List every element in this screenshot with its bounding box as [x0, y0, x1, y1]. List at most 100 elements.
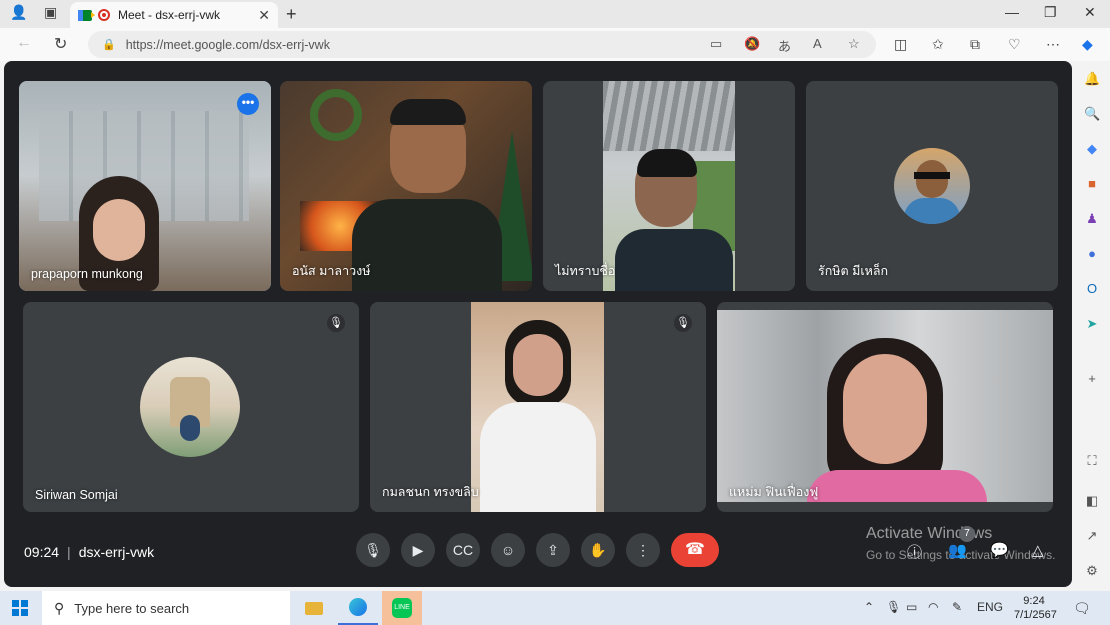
more-options-button[interactable]: ⋮ [626, 533, 660, 567]
participant-tile[interactable]: แหม่ม ฟินเฟื่องฟู [717, 302, 1053, 512]
back-icon[interactable]: ← [16, 34, 32, 52]
leave-call-button[interactable]: ☎ [671, 533, 719, 567]
roof-background [603, 81, 735, 151]
pen-icon[interactable]: ✎ [952, 600, 962, 614]
games-icon[interactable]: ♟ [1084, 211, 1100, 227]
person-hair [390, 99, 466, 125]
tray-chevron-icon[interactable]: ⌃ [864, 600, 874, 614]
language-indicator[interactable]: ENG [977, 600, 1003, 614]
meet-stage: ••• prapaporn munkong อนัส มาลาวงษ์ ไม่ท… [4, 61, 1072, 587]
person-shirt [352, 199, 502, 291]
bell-icon[interactable]: 🔔 [1084, 71, 1100, 87]
microphone-button[interactable]: 🎙 [356, 533, 390, 567]
meeting-time: 09:24 [24, 544, 60, 560]
tray-microphone-icon[interactable]: 🎙 [886, 600, 901, 614]
participant-tile[interactable]: ไม่ทราบชื่อ [543, 81, 795, 291]
edge-browser-icon[interactable] [338, 591, 378, 625]
sidebar-toggle-icon[interactable]: ◧ [1084, 493, 1100, 509]
windows-start-icon[interactable] [12, 600, 28, 616]
people-icon[interactable]: 👥 [948, 541, 967, 559]
settings-gear-icon[interactable]: ⚙ [1084, 563, 1100, 579]
line-app-icon[interactable]: LINE [382, 591, 422, 625]
lock-icon[interactable]: 🔒 [102, 38, 116, 51]
tab-actions-icon[interactable]: ▣ [44, 4, 57, 21]
person-shirt [807, 470, 987, 502]
emoji-reactions-button[interactable]: ☺ [491, 533, 525, 567]
office-icon[interactable]: ● [1084, 246, 1100, 262]
wifi-icon[interactable]: ◠ [928, 600, 938, 614]
activities-icon[interactable]: △ [1032, 541, 1044, 559]
christmas-wreath [310, 89, 362, 141]
camera-button[interactable]: ▶ [401, 533, 435, 567]
avatar [140, 357, 240, 457]
read-aloud-icon[interactable]: A [813, 36, 822, 51]
meeting-code: dsx-errj-vwk [78, 544, 155, 560]
participant-name: prapaporn munkong [31, 267, 143, 281]
outlook-icon[interactable]: O [1084, 281, 1100, 297]
screenshot-icon[interactable]: ⛶ [1084, 453, 1100, 469]
captions-button[interactable]: CC [446, 533, 480, 567]
collections-icon[interactable]: ⧉ [970, 36, 980, 53]
tile-more-options-button[interactable]: ••• [237, 93, 259, 115]
more-menu-icon[interactable]: ⋯ [1046, 36, 1060, 53]
battery-icon[interactable]: ▭ [906, 600, 917, 614]
participant-tile[interactable]: 🎙 กมลชนก ทรงขลิบ [370, 302, 706, 512]
restore-icon[interactable]: ❐ [1044, 4, 1057, 21]
divider: | [67, 544, 71, 560]
search-icon: ⚲ [54, 599, 65, 616]
taskbar-clock[interactable]: 9:24 7/1/2567 [1014, 594, 1057, 622]
meeting-details-icon[interactable]: ⓘ [907, 541, 922, 562]
edge-sidebar: 🔔 🔍 ◆ ■ ♟ ● O ➤ + ⛶ ◧ ↗ ⚙ [1074, 61, 1110, 591]
shopping-tag-icon[interactable]: ◆ [1084, 141, 1100, 157]
tools-icon[interactable]: ■ [1084, 176, 1100, 192]
meet-logo-icon [78, 9, 95, 21]
new-tab-button[interactable]: + [286, 4, 297, 25]
clock-time: 9:24 [1023, 595, 1045, 607]
person-hair [637, 149, 697, 177]
avatar [894, 148, 970, 224]
copilot-icon[interactable]: ◆ [1082, 36, 1093, 53]
search-placeholder: Type here to search [74, 600, 190, 616]
minimize-icon[interactable]: — [1005, 4, 1019, 20]
participant-tile[interactable]: รักษิต มีเหล็ก [806, 81, 1058, 291]
person-face [93, 199, 145, 261]
meeting-clock: 09:24 | dsx-errj-vwk [24, 544, 154, 560]
participant-tile[interactable]: 🎙 Siriwan Somjai [23, 302, 359, 512]
window-close-icon[interactable]: ✕ [1084, 4, 1096, 21]
mic-off-icon: 🎙 [327, 314, 345, 332]
participant-tile[interactable]: อนัส มาลาวงษ์ [280, 81, 532, 291]
participant-name: ไม่ทราบชื่อ [555, 264, 616, 278]
people-count-badge: 7 [959, 526, 975, 542]
present-screen-button[interactable]: ⇪ [536, 533, 570, 567]
browser-tabbar: 👤 ▣ Meet - dsx-errj-vwk ✕ + — ❐ ✕ [0, 0, 1110, 28]
translate-icon[interactable]: あ [778, 36, 791, 55]
split-screen-icon[interactable]: ◫ [894, 36, 907, 53]
participant-tile[interactable]: ••• prapaporn munkong [19, 81, 271, 291]
participant-name: อนัส มาลาวงษ์ [292, 264, 371, 278]
browser-essentials-icon[interactable]: ♡ [1008, 36, 1021, 53]
notifications-icon[interactable]: 🗨 [1073, 600, 1091, 617]
telegram-icon[interactable]: ➤ [1084, 316, 1100, 332]
url-text: https://meet.google.com/dsx-errj-vwk [125, 37, 330, 52]
profile-icon[interactable]: 👤 [10, 4, 27, 21]
windows-taskbar: ⚲ Type here to search LINE ⌃ 🎙 ▭ ◠ ✎ ENG… [0, 591, 1110, 625]
person-shirt [615, 229, 733, 291]
participant-name: กมลชนก ทรงขลิบ [382, 485, 479, 499]
search-icon[interactable]: 🔍 [1084, 106, 1100, 122]
tab-meet[interactable]: Meet - dsx-errj-vwk ✕ [70, 2, 278, 28]
open-external-icon[interactable]: ↗ [1084, 528, 1100, 544]
favorite-star-icon[interactable]: ☆ [848, 36, 860, 52]
tab-close-icon[interactable]: ✕ [258, 7, 270, 24]
participant-name: แหม่ม ฟินเฟื่องฟู [729, 485, 819, 499]
add-sidebar-icon[interactable]: + [1084, 371, 1100, 387]
taskbar-search-input[interactable]: ⚲ Type here to search [42, 591, 290, 625]
chat-icon[interactable]: 💬 [990, 541, 1009, 559]
camera-icon[interactable]: ▭ [710, 36, 722, 52]
participant-name: Siriwan Somjai [35, 488, 118, 502]
raise-hand-button[interactable]: ✋ [581, 533, 615, 567]
person-shirt [480, 402, 596, 512]
file-explorer-icon[interactable] [294, 591, 334, 625]
favorites-icon[interactable]: ✩ [932, 36, 944, 53]
refresh-icon[interactable]: ↻ [54, 34, 67, 54]
notifications-off-icon[interactable]: 🔕 [744, 36, 760, 52]
